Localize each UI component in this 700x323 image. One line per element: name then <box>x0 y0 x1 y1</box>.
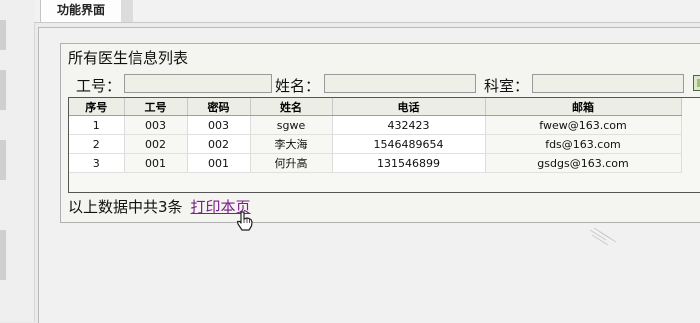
cell-email: fds@163.com <box>485 134 682 154</box>
resize-mark <box>589 227 617 246</box>
cell-index: 3 <box>69 153 125 173</box>
table-row[interactable]: 3 001 001 何升高 131546899 gsdgs@163.com <box>69 153 682 173</box>
tab-bar <box>34 0 700 23</box>
employee-id-input[interactable] <box>124 74 272 93</box>
col-header-phone: 电话 <box>332 98 486 116</box>
doctor-list-panel: 所有医生信息列表 工号： 姓名： 科室： 序号 工号 密码 姓名 电话 邮箱 1… <box>60 43 700 223</box>
cell-phone: 131546899 <box>332 153 486 173</box>
frame-edge-segment <box>0 20 6 50</box>
cell-employee-id: 003 <box>124 115 188 135</box>
search-button[interactable] <box>693 75 700 91</box>
department-label: 科室： <box>484 77 530 95</box>
cell-password: 002 <box>187 134 251 154</box>
frame-edge-segment <box>0 70 6 110</box>
col-header-index: 序号 <box>69 98 125 116</box>
name-label: 姓名： <box>275 77 321 95</box>
cell-name: 李大海 <box>250 134 333 154</box>
col-header-email: 邮箱 <box>485 98 682 116</box>
record-summary: 以上数据中共3条 打印本页 <box>68 196 251 217</box>
table-row[interactable]: 2 002 002 李大海 1546489654 fds@163.com <box>69 134 682 154</box>
cell-index: 2 <box>69 134 125 154</box>
hand-cursor-icon <box>236 211 253 231</box>
frame-edge-segment <box>0 230 6 280</box>
cell-email: fwew@163.com <box>485 115 682 135</box>
cell-employee-id: 002 <box>124 134 188 154</box>
frame-edge-segment <box>0 140 6 180</box>
cell-name: sgwe <box>250 115 333 135</box>
cell-index: 1 <box>69 115 125 135</box>
cell-password: 003 <box>187 115 251 135</box>
table-header-row: 序号 工号 密码 姓名 电话 邮箱 <box>69 98 682 116</box>
cell-phone: 432423 <box>332 115 486 135</box>
panel-title: 所有医生信息列表 <box>68 49 189 67</box>
doctor-table-box: 序号 工号 密码 姓名 电话 邮箱 1 003 003 sgwe 432423 … <box>68 97 700 193</box>
table-row[interactable]: 1 003 003 sgwe 432423 fwew@163.com <box>69 115 682 135</box>
left-frame-strip <box>0 0 35 322</box>
cell-email: gsdgs@163.com <box>485 153 682 173</box>
tab-shadow <box>121 0 133 22</box>
cell-password: 001 <box>187 153 251 173</box>
filter-row: 工号： 姓名： 科室： <box>61 72 700 97</box>
name-input[interactable] <box>324 74 476 93</box>
cell-phone: 1546489654 <box>332 134 486 154</box>
tab-function-interface[interactable]: 功能界面 <box>40 0 122 22</box>
cell-employee-id: 001 <box>124 153 188 173</box>
doctor-table: 序号 工号 密码 姓名 电话 邮箱 1 003 003 sgwe 432423 … <box>69 98 682 173</box>
col-header-password: 密码 <box>187 98 251 116</box>
employee-id-label: 工号： <box>76 77 122 95</box>
col-header-employee-id: 工号 <box>124 98 188 116</box>
record-count-text: 以上数据中共3条 <box>68 198 183 216</box>
cell-name: 何升高 <box>250 153 333 173</box>
col-header-name: 姓名 <box>250 98 333 116</box>
department-input[interactable] <box>532 74 684 93</box>
